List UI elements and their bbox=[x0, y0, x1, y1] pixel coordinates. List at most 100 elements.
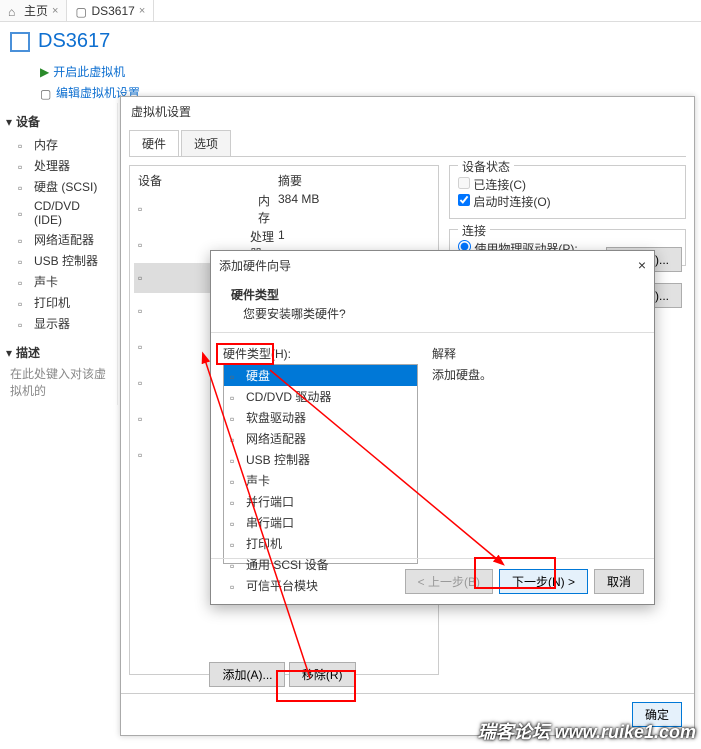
device-icon: ▫ bbox=[18, 160, 30, 172]
close-icon[interactable]: × bbox=[52, 5, 58, 17]
vm-large-icon bbox=[10, 32, 30, 52]
wizard-hw-item[interactable]: ▫声卡 bbox=[224, 470, 417, 491]
hw-type-list[interactable]: ▫硬盘▫CD/DVD 驱动器▫软盘驱动器▫网络适配器▫USB 控制器▫声卡▫并行… bbox=[223, 364, 418, 564]
hw-dialog-title: 虚拟机设置 bbox=[121, 97, 694, 126]
device-icon: ▫ bbox=[230, 412, 242, 424]
atstart-label: 启动时连接(O) bbox=[473, 195, 550, 209]
device-icon: ▫ bbox=[230, 454, 242, 466]
hw-type-label: 硬件类型(H): bbox=[223, 345, 418, 364]
device-icon: ▫ bbox=[230, 538, 242, 550]
device-icon: ▫ bbox=[18, 207, 30, 219]
tab-hardware[interactable]: 硬件 bbox=[129, 130, 179, 156]
sidebar-item-label: CD/DVD (IDE) bbox=[34, 199, 111, 227]
connected-checkbox bbox=[458, 177, 470, 189]
close-icon[interactable]: × bbox=[139, 5, 145, 17]
vm-header: DS3617 bbox=[0, 22, 701, 61]
sidebar-item-label: USB 控制器 bbox=[34, 252, 98, 269]
wizard-hw-item[interactable]: ▫ 网络适配器 bbox=[224, 428, 417, 449]
explain-text: 添加硬盘。 bbox=[432, 366, 642, 383]
device-icon: ▫ bbox=[230, 517, 242, 529]
device-icon: ▫ bbox=[18, 255, 30, 267]
wizard-item-label: USB 控制器 bbox=[246, 451, 310, 468]
wizard-item-label: 网络适配器 bbox=[246, 430, 306, 447]
sidebar-item[interactable]: ▫ USB 控制器 bbox=[6, 250, 111, 271]
wizard-hw-item[interactable]: ▫ 打印机 bbox=[224, 533, 417, 554]
wizard-item-label: 串行端口 bbox=[246, 514, 294, 531]
connected-label: 已连接(C) bbox=[473, 178, 526, 192]
wizard-title: 添加硬件向导 bbox=[219, 257, 291, 274]
vm-title: DS3617 bbox=[38, 30, 110, 53]
cancel-button[interactable]: 取消 bbox=[594, 569, 644, 594]
tab-home-label: 主页 bbox=[24, 2, 48, 19]
sidebar-devices-header[interactable]: ▾ 设备 bbox=[6, 109, 111, 134]
sidebar-item-label: 内存 bbox=[34, 136, 58, 153]
device-icon: ▫ bbox=[230, 496, 242, 508]
sidebar-item[interactable]: ▫ 声卡 bbox=[6, 271, 111, 292]
sidebar-item[interactable]: ▫ CD/DVD (IDE) bbox=[6, 197, 111, 229]
sidebar-item[interactable]: ▫ 打印机 bbox=[6, 292, 111, 313]
start-vm-link[interactable]: ▶ 开启此虚拟机 bbox=[40, 61, 701, 82]
connect-title: 连接 bbox=[458, 222, 490, 239]
sidebar-item[interactable]: ▫ 处理器 bbox=[6, 155, 111, 176]
sidebar-item-label: 硬盘 (SCSI) bbox=[34, 178, 97, 195]
device-icon: ▫ bbox=[18, 181, 30, 193]
home-icon: ⌂ bbox=[8, 5, 20, 17]
col-device: 设备 bbox=[138, 172, 278, 189]
device-icon: ▫ bbox=[18, 297, 30, 309]
wizard-item-label: CD/DVD 驱动器 bbox=[246, 388, 331, 405]
hw-row[interactable]: ▫内存384 MB bbox=[134, 191, 434, 227]
device-icon: ▫ bbox=[18, 234, 30, 246]
sidebar-item[interactable]: ▫ 内存 bbox=[6, 134, 111, 155]
wizard-item-label: 打印机 bbox=[246, 535, 282, 552]
top-tabs: ⌂ 主页 × ▢ DS3617 × bbox=[0, 0, 701, 22]
wizard-hw-item[interactable]: ▫ 硬盘 bbox=[224, 365, 417, 386]
remove-button[interactable]: 移除(R) bbox=[289, 662, 356, 687]
wizard-hw-item[interactable]: ▫软盘驱动器 bbox=[224, 407, 417, 428]
tab-home[interactable]: ⌂ 主页 × bbox=[0, 0, 67, 21]
device-status-group: 设备状态 已连接(C) 启动时连接(O) bbox=[449, 165, 686, 219]
sidebar-item-label: 处理器 bbox=[34, 157, 70, 174]
device-icon: ▫ bbox=[230, 391, 242, 403]
wizard-hw-item[interactable]: ▫并行端口 bbox=[224, 491, 417, 512]
hw-tabs: 硬件 选项 bbox=[129, 130, 686, 157]
wizard-head-sub: 您要安装哪类硬件? bbox=[231, 305, 634, 322]
tab-vm[interactable]: ▢ DS3617 × bbox=[67, 0, 154, 21]
watermark: 瑞客论坛 www.ruike1.com bbox=[478, 718, 696, 744]
device-icon: ▫ bbox=[18, 318, 30, 330]
wizard-item-label: 硬盘 bbox=[246, 367, 270, 384]
start-label: 开启此虚拟机 bbox=[53, 63, 125, 80]
device-icon: ▫ bbox=[230, 370, 242, 382]
sidebar-item-label: 声卡 bbox=[34, 273, 58, 290]
wizard-hw-item[interactable]: ▫ USB 控制器 bbox=[224, 449, 417, 470]
connect-at-start-checkbox[interactable] bbox=[458, 194, 470, 206]
sidebar-item-label: 打印机 bbox=[34, 294, 70, 311]
chevron-down-icon: ▾ bbox=[6, 346, 12, 360]
desc-label: 描述 bbox=[16, 344, 40, 361]
sidebar: ▾ 设备 ▫ 内存 ▫ 处理器 ▫ 硬盘 (SCSI) ▫ CD/DVD (IDE) ▫ 网络适配… bbox=[0, 103, 118, 405]
sidebar-item[interactable]: ▫ 硬盘 (SCSI) bbox=[6, 176, 111, 197]
sidebar-item[interactable]: ▫ 网络适配器 bbox=[6, 229, 111, 250]
device-icon: ▫ bbox=[230, 433, 242, 445]
chevron-down-icon: ▾ bbox=[6, 115, 12, 129]
desc-hint: 在此处键入对该虚拟机的 bbox=[6, 365, 111, 399]
tab-options[interactable]: 选项 bbox=[181, 130, 231, 156]
close-icon[interactable]: × bbox=[638, 257, 646, 274]
hw-list-header: 设备 摘要 bbox=[134, 170, 434, 191]
vm-icon: ▢ bbox=[75, 5, 87, 17]
next-button[interactable]: 下一步(N) > bbox=[499, 569, 588, 594]
device-icon: ▫ bbox=[230, 475, 242, 487]
wizard-hw-item[interactable]: ▫ CD/DVD 驱动器 bbox=[224, 386, 417, 407]
sidebar-item-label: 网络适配器 bbox=[34, 231, 94, 248]
hw-summary: 384 MB bbox=[278, 192, 319, 226]
sidebar-item[interactable]: ▫ 显示器 bbox=[6, 313, 111, 334]
add-button[interactable]: 添加(A)... bbox=[209, 662, 285, 687]
device-icon: ▫ bbox=[18, 139, 30, 151]
sidebar-desc-header[interactable]: ▾ 描述 bbox=[6, 340, 111, 365]
device-icon: ▫ bbox=[138, 203, 255, 215]
col-summary: 摘要 bbox=[278, 172, 302, 189]
sidebar-item-label: 显示器 bbox=[34, 315, 70, 332]
wizard-hw-item[interactable]: ▫ 串行端口 bbox=[224, 512, 417, 533]
device-icon: ▫ bbox=[18, 276, 30, 288]
add-hardware-wizard: 添加硬件向导 × 硬件类型 您要安装哪类硬件? 硬件类型(H): ▫硬盘▫CD/… bbox=[210, 250, 655, 605]
devices-label: 设备 bbox=[16, 113, 40, 130]
